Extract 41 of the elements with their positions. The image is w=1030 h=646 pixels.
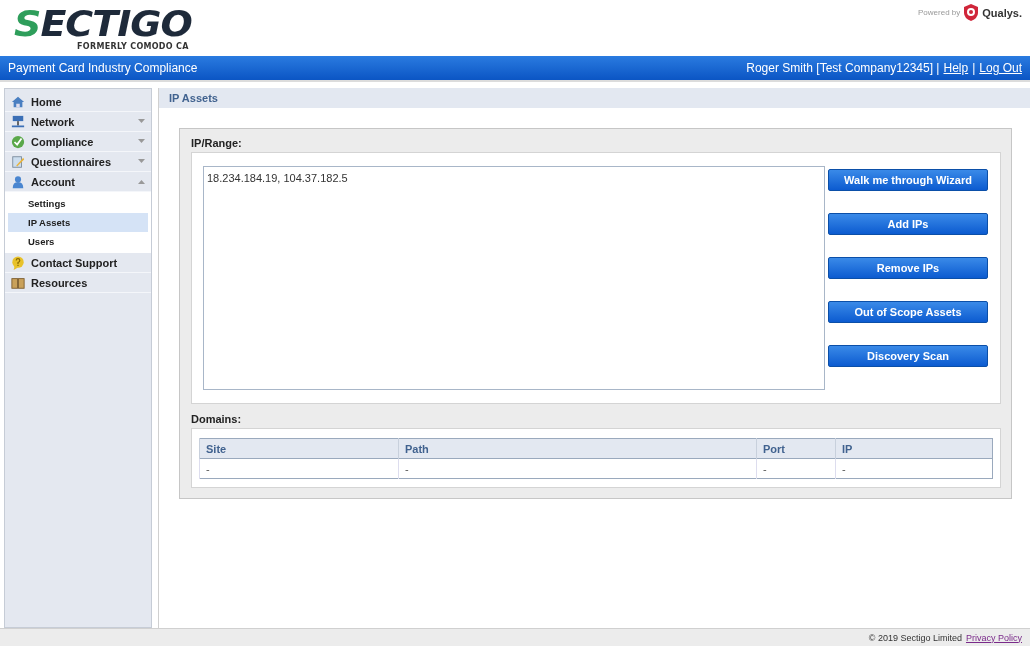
action-button[interactable]: Remove IPs: [828, 257, 988, 279]
action-button[interactable]: Out of Scope Assets: [828, 301, 988, 323]
person-icon: [11, 174, 25, 189]
link-separator: |: [972, 61, 976, 75]
sidebar-item[interactable]: Contact Support: [5, 253, 151, 273]
copyright-text: © 2019 Sectigo Limited: [868, 632, 962, 643]
submenu-item[interactable]: Users: [8, 232, 148, 251]
column-header: IP: [835, 438, 993, 459]
partner-name: Qualys.: [982, 6, 1022, 19]
sidebar-item[interactable]: Network: [5, 112, 151, 132]
column-header: Site: [199, 438, 399, 459]
submenu-item[interactable]: Settings: [8, 194, 148, 213]
powered-by-text: Powered by: [918, 8, 961, 17]
field-label: IP/Range:: [191, 137, 243, 149]
field-label: Domains:: [191, 413, 243, 425]
network-icon: [11, 114, 25, 129]
shield-logo-icon: [964, 4, 979, 21]
privacy-policy-link[interactable]: Privacy Policy: [966, 632, 1022, 643]
check-circle-icon: [11, 134, 25, 149]
user-info: Roger Smith [Test Company12345] |: [746, 61, 940, 75]
book-icon: [11, 275, 25, 290]
column-header: Path: [398, 438, 757, 459]
ip-range-field[interactable]: 18.234.184.19, 104.37.182.5: [203, 166, 825, 390]
submenu-item[interactable]: IP Assets: [8, 213, 148, 232]
table-cell: -: [199, 458, 399, 479]
action-button[interactable]: Discovery Scan: [828, 345, 988, 367]
column-header: Port: [756, 438, 836, 459]
action-button[interactable]: Add IPs: [828, 213, 988, 235]
house-icon: [11, 94, 25, 109]
pencil-paper-icon: [11, 154, 25, 169]
action-button[interactable]: Walk me through Wizard: [828, 169, 988, 191]
page-title-bar: IP Assets: [159, 88, 1030, 108]
logo-subtitle: FORMERLY COMODO CA: [77, 42, 189, 51]
logo-text: SECTIGO: [14, 6, 192, 42]
header-link[interactable]: Log Out: [979, 61, 1022, 75]
speech-bubble-icon: [11, 255, 25, 270]
header-link[interactable]: Help: [943, 61, 969, 75]
table-cell: -: [398, 458, 757, 479]
table-cell: -: [835, 458, 993, 479]
app-title: Payment Card Industry Compliance: [8, 61, 198, 75]
table-cell: -: [756, 458, 836, 479]
